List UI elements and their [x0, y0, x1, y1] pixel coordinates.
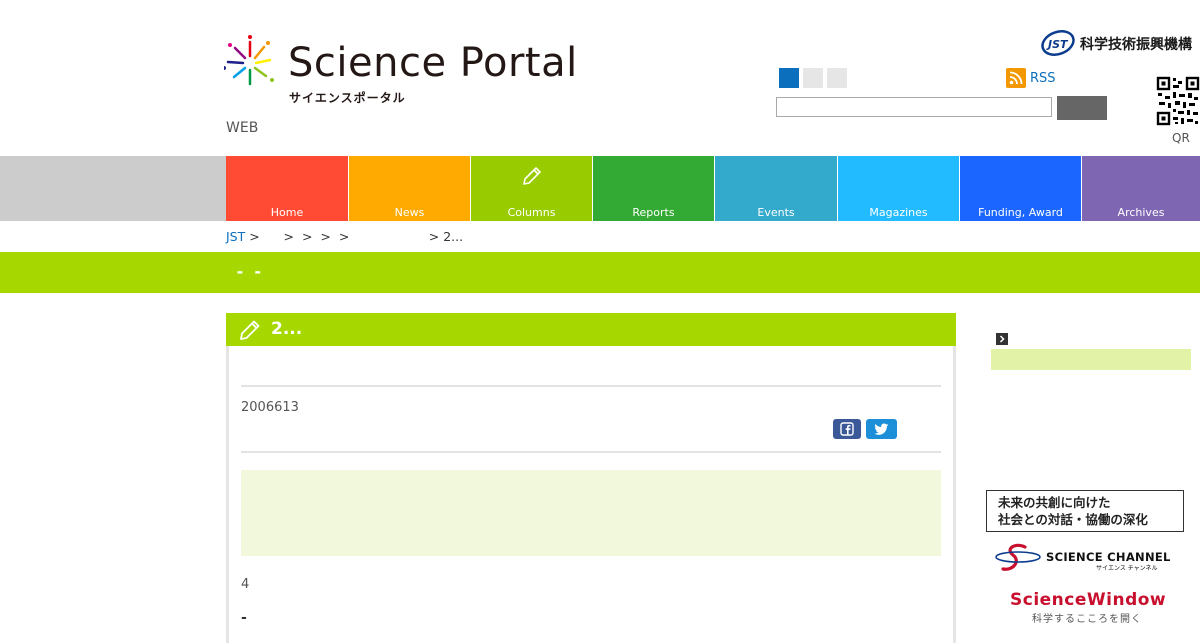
paragraph-text: - — [241, 610, 247, 626]
science-channel-subtitle: サイエンス チャンネル — [1096, 565, 1158, 572]
qr-label: QR — [1172, 131, 1190, 145]
logo-subtitle: サイエンスポータル — [289, 91, 406, 105]
science-channel-title[interactable]: SCIENCE CHANNEL — [1046, 550, 1171, 564]
science-window-subtitle: 科学するこころを開く — [1032, 614, 1142, 625]
science-channel-logo-icon — [995, 543, 1041, 571]
rss-icon — [1006, 68, 1026, 88]
nav-label: Magazines — [869, 206, 928, 219]
pencil-icon — [240, 320, 260, 340]
web-label: WEB — [226, 120, 259, 136]
nav-label: Columns — [507, 206, 556, 219]
facebook-icon — [840, 422, 854, 436]
qr-code-icon — [1156, 76, 1200, 126]
nav-label: Events — [757, 206, 795, 219]
banner-kyoso-line1: 未来の共創に向けた — [998, 495, 1111, 510]
nav-item-magazines[interactable]: Magazines — [838, 156, 960, 221]
logo-title[interactable]: Science Portal — [288, 40, 578, 86]
sidebar-highlight-box — [991, 349, 1191, 370]
category-band — [0, 252, 1200, 293]
search-button[interactable] — [1057, 96, 1107, 120]
breadcrumb: JST > > > > > > 2... — [226, 229, 463, 244]
nav-left-spacer — [0, 156, 226, 221]
science-window-title[interactable]: ScienceWindow — [1010, 590, 1166, 610]
article-title: 2... — [271, 319, 303, 339]
divider — [241, 451, 941, 453]
text-size-small-button[interactable] — [779, 68, 799, 88]
rss-link[interactable]: RSS — [1006, 67, 1056, 89]
nav-item-news[interactable]: News — [349, 156, 471, 221]
nav-item-home[interactable]: Home — [226, 156, 349, 221]
text-size-large-button[interactable] — [827, 68, 847, 88]
chevron-right-icon — [999, 335, 1005, 343]
sunburst-icon — [224, 35, 274, 86]
text-size-medium-button[interactable] — [803, 68, 823, 88]
nav-label: News — [394, 206, 425, 219]
sidebar-arrow-button[interactable] — [996, 333, 1008, 345]
nav-item-events[interactable]: Events — [715, 156, 838, 221]
article-date: 2006613 — [241, 400, 299, 415]
nav-item-archives[interactable]: Archives — [1082, 156, 1200, 221]
svg-text:JST: JST — [1046, 38, 1069, 51]
nav-label: Reports — [632, 206, 675, 219]
facebook-share-button[interactable] — [833, 419, 861, 439]
divider — [241, 385, 941, 387]
nav-label: Funding, Award — [978, 206, 1063, 219]
nav-label: Home — [270, 206, 304, 219]
nav-item-reports[interactable]: Reports — [593, 156, 715, 221]
paragraph-number: 4 — [241, 577, 250, 592]
breadcrumb-trail: > > > > > > 2... — [245, 229, 464, 244]
category-title: - - — [231, 262, 261, 281]
pencil-icon — [522, 167, 541, 185]
twitter-icon — [874, 422, 889, 435]
banner-kyoso-line2: 社会との対話・協働の深化 — [998, 512, 1148, 527]
rss-label: RSS — [1030, 70, 1056, 86]
nav-label: Archives — [1117, 206, 1165, 219]
jst-org-name[interactable]: 科学技術振興機構 — [1080, 34, 1192, 54]
banner-kyoso[interactable]: 未来の共創に向けた 社会との対話・協働の深化 — [986, 490, 1184, 532]
article-header — [226, 313, 956, 346]
search-input[interactable] — [776, 97, 1052, 117]
nav-item-columns[interactable]: Columns — [471, 156, 593, 221]
breadcrumb-root-link[interactable]: JST — [226, 229, 245, 244]
twitter-share-button[interactable] — [866, 419, 897, 439]
summary-box — [241, 470, 941, 556]
nav-item-funding-award[interactable]: Funding, Award — [960, 156, 1082, 221]
